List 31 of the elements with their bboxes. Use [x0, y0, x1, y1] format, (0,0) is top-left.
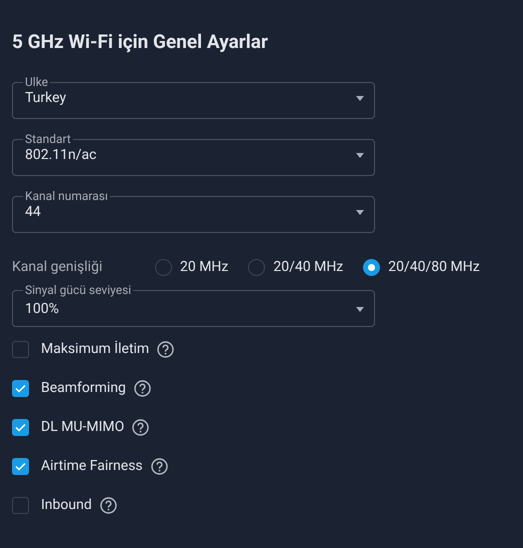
caret-icon: [356, 153, 364, 158]
option-label: Airtime Fairness: [41, 457, 143, 476]
caret-icon: [356, 96, 364, 101]
help-icon[interactable]: [157, 341, 174, 358]
page-title: 5 GHz Wi-Fi için Genel Ayarlar: [12, 29, 269, 55]
check-icon: [15, 384, 26, 393]
caret-icon: [356, 307, 364, 312]
checkbox[interactable]: [12, 341, 29, 358]
checkbox[interactable]: [12, 458, 29, 475]
help-icon[interactable]: [134, 380, 151, 397]
select-field[interactable]: Standart 802.11n/ac: [12, 133, 375, 176]
checkbox[interactable]: [12, 380, 29, 397]
select-field[interactable]: Kanal numarası 44: [12, 190, 375, 233]
select-field[interactable]: Ulke Turkey: [12, 76, 375, 119]
help-icon[interactable]: [150, 458, 168, 475]
option-label: Beamforming: [41, 379, 126, 398]
option-label: DL MU-MIMO: [41, 418, 124, 437]
help-icon[interactable]: [100, 497, 117, 514]
select-field[interactable]: Sinyal gücü seviyesi 100%: [12, 284, 375, 327]
option-label: Maksimum İletim: [41, 340, 150, 359]
radio-option[interactable]: 20 MHz: [155, 256, 228, 278]
option-label: Inbound: [41, 496, 92, 515]
check-icon: [15, 462, 26, 471]
field-label: Kanal genişliği: [12, 258, 104, 276]
checkbox[interactable]: [12, 419, 29, 436]
help-icon[interactable]: [132, 419, 150, 436]
radio-option[interactable]: 20/40/80 MHz: [363, 256, 480, 278]
checkbox[interactable]: [12, 497, 29, 514]
check-icon: [15, 423, 26, 432]
caret-icon: [356, 210, 364, 215]
radio-option[interactable]: 20/40 MHz: [248, 256, 344, 278]
